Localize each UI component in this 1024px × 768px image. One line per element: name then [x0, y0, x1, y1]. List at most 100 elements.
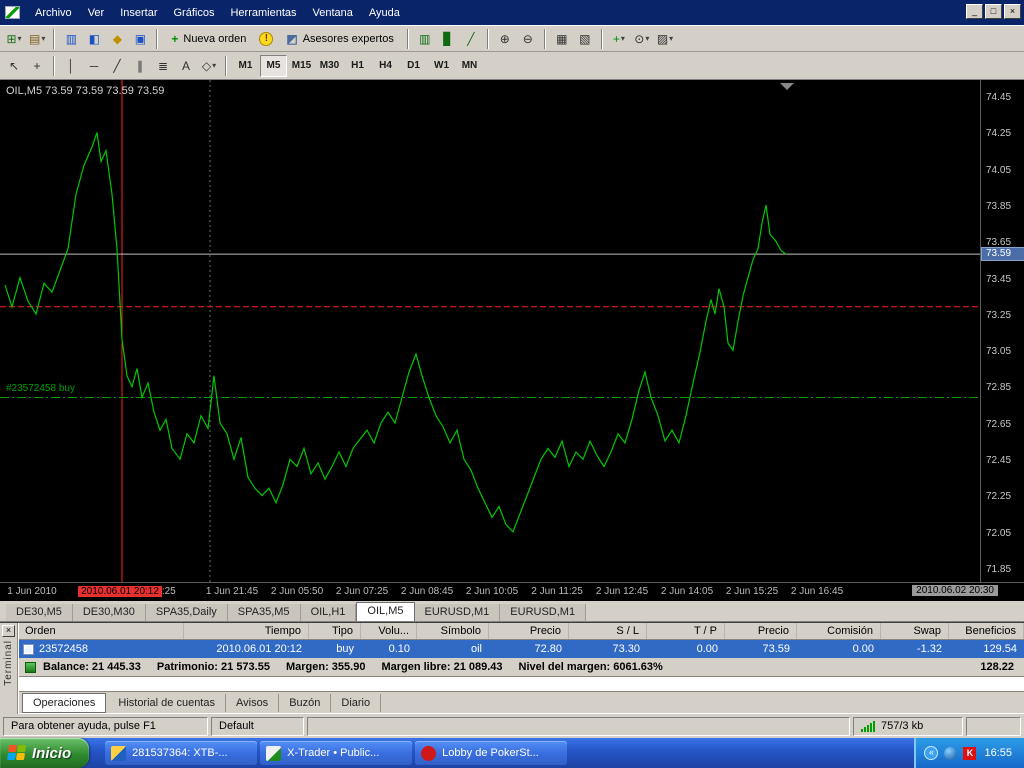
terminal-panel-button[interactable]: ▣	[129, 28, 151, 50]
terminal-tab-diario[interactable]: Diario	[331, 694, 381, 712]
column-header-6[interactable]: S / L	[569, 623, 647, 639]
tile-windows-button[interactable]: ▦	[551, 28, 573, 50]
chart-tab-spa35-m5[interactable]: SPA35,M5	[228, 604, 301, 621]
menu-ayuda[interactable]: Ayuda	[361, 3, 408, 23]
timeframe-m15[interactable]: M15	[288, 55, 315, 77]
price-tick-label: 72.85	[986, 382, 1011, 393]
data-window-button[interactable]: ◧	[83, 28, 105, 50]
task-button-0[interactable]: 281537364: XTB-...	[105, 741, 257, 765]
timeframe-w1[interactable]: W1	[428, 55, 455, 77]
terminal-tab-buz-n[interactable]: Buzón	[279, 694, 331, 712]
cascade-windows-button[interactable]: ▧	[574, 28, 596, 50]
column-header-2[interactable]: Tipo	[309, 623, 361, 639]
column-header-11[interactable]: Beneficios	[949, 623, 1024, 639]
chart-candles-button[interactable]: ▊	[437, 28, 459, 50]
menu-archivo[interactable]: Archivo	[27, 3, 80, 23]
text-tool-button[interactable]: A	[175, 55, 197, 77]
column-header-5[interactable]: Precio	[489, 623, 569, 639]
templates-button[interactable]: ▨▾	[654, 28, 676, 50]
tray-chevron-icon[interactable]: «	[924, 746, 938, 760]
horizontal-line-button[interactable]: ─	[83, 55, 105, 77]
terminal-tab-avisos[interactable]: Avisos	[226, 694, 279, 712]
periods-button[interactable]: ⊙▾	[631, 28, 653, 50]
order-row[interactable]: 235724582010.06.01 20:12buy0.10oil72.807…	[19, 640, 1024, 658]
task-button-1[interactable]: X-Trader • Public...	[260, 741, 412, 765]
minimize-button[interactable]: _	[966, 4, 983, 19]
chart-tab-oil-m5[interactable]: OIL,M5	[356, 602, 414, 621]
price-scale[interactable]: 74.4574.2574.0573.8573.6573.4573.2573.05…	[980, 80, 1024, 582]
menu-herramientas[interactable]: Herramientas	[222, 3, 304, 23]
timeframe-h4[interactable]: H4	[372, 55, 399, 77]
task-label: X-Trader • Public...	[287, 747, 379, 759]
balance-item: Balance: 21 445.33	[43, 661, 141, 673]
column-header-4[interactable]: Símbolo	[417, 623, 489, 639]
start-button[interactable]: Inicio	[0, 738, 89, 768]
column-header-1[interactable]: Tiempo	[184, 623, 309, 639]
chart-bars-button[interactable]: ▥	[414, 28, 436, 50]
timeframe-mn[interactable]: MN	[456, 55, 483, 77]
fibonacci-icon: ≣	[158, 60, 168, 72]
time-axis[interactable]: 2010.06.02 20:30 1 Jun 20102010.06.01 20…	[0, 582, 1024, 601]
indicators-button[interactable]: +▾	[608, 28, 630, 50]
navigator-button[interactable]: ◆	[106, 28, 128, 50]
column-header-9[interactable]: Comisión	[797, 623, 881, 639]
price-tick-label: 74.05	[986, 165, 1011, 176]
chart-tab-oil-h1[interactable]: OIL,H1	[301, 604, 357, 621]
arrows-tool-button[interactable]: ◇▾	[198, 55, 220, 77]
market-watch-button[interactable]: ▥	[60, 28, 82, 50]
menu-ver[interactable]: Ver	[80, 3, 113, 23]
tray-clock: 16:55	[984, 747, 1012, 759]
toolbar-separator	[407, 29, 409, 49]
price-chart[interactable]	[0, 80, 980, 582]
balance-item: Patrimonio: 21 573.55	[157, 661, 270, 673]
chart-shift-marker-icon[interactable]	[780, 83, 794, 90]
zoom-in-button[interactable]: ⊕	[494, 28, 516, 50]
antivirus-tray-icon[interactable]: K	[963, 747, 976, 760]
fibonacci-button[interactable]: ≣	[152, 55, 174, 77]
chart-line-button[interactable]: ╱	[460, 28, 482, 50]
expert-warning-button[interactable]: !	[255, 28, 277, 50]
chart-tab-de30-m5[interactable]: DE30,M5	[6, 604, 73, 621]
time-label: 2 Jun 07:25	[336, 586, 388, 597]
profiles-button[interactable]: ▤▾	[26, 28, 48, 50]
timeframe-d1[interactable]: D1	[400, 55, 427, 77]
terminal-close-button[interactable]: ×	[2, 625, 15, 637]
chart-tab-eurusd-m1[interactable]: EURUSD,M1	[500, 604, 586, 621]
crosshair-button[interactable]: +	[26, 55, 48, 77]
chart-tab-eurusd-m1[interactable]: EURUSD,M1	[415, 604, 501, 621]
chart-tab-de30-m30[interactable]: DE30,M30	[73, 604, 146, 621]
chart-tab-spa35-daily[interactable]: SPA35,Daily	[146, 604, 228, 621]
order-cell-9: 0.00	[797, 643, 881, 655]
task-button-2[interactable]: Lobby de PokerSt...	[415, 741, 567, 765]
column-header-3[interactable]: Volu...	[361, 623, 417, 639]
timeframe-m1[interactable]: M1	[232, 55, 259, 77]
status-profile[interactable]: Default	[211, 717, 304, 736]
zoom-out-button[interactable]: ⊖	[517, 28, 539, 50]
column-header-7[interactable]: T / P	[647, 623, 725, 639]
timeframe-m5[interactable]: M5	[260, 55, 287, 77]
asesores-expertos-button[interactable]: ◩Asesores expertos	[278, 28, 401, 50]
new-chart-button[interactable]: ⊞▾	[3, 28, 25, 50]
cursor-button[interactable]: ↖	[3, 55, 25, 77]
menu-ventana[interactable]: Ventana	[305, 3, 361, 23]
column-header-8[interactable]: Precio	[725, 623, 797, 639]
menu-gráficos[interactable]: Gráficos	[166, 3, 223, 23]
nueva-orden-button[interactable]: +Nueva orden	[163, 28, 254, 50]
column-header-0[interactable]: Orden	[19, 623, 184, 639]
equidistant-channel-button[interactable]: ∥	[129, 55, 151, 77]
column-header-10[interactable]: Swap	[881, 623, 949, 639]
terminal-panel-label: Terminal	[3, 640, 14, 686]
menu-insertar[interactable]: Insertar	[112, 3, 165, 23]
price-tick-label: 73.45	[986, 274, 1011, 285]
chart-area[interactable]: OIL,M5 73.59 73.59 73.59 73.59 #23572458…	[0, 80, 1024, 582]
trendline-button[interactable]: ╱	[106, 55, 128, 77]
vertical-line-button[interactable]: │	[60, 55, 82, 77]
terminal-tab-operaciones[interactable]: Operaciones	[22, 693, 106, 713]
close-button[interactable]: ×	[1004, 4, 1021, 19]
restore-button[interactable]: □	[985, 4, 1002, 19]
terminal-tab-historial-de-cuentas[interactable]: Historial de cuentas	[108, 694, 226, 712]
order-cell-8: 73.59	[725, 643, 797, 655]
timeframe-m30[interactable]: M30	[316, 55, 343, 77]
timeframe-h1[interactable]: H1	[344, 55, 371, 77]
messenger-tray-icon[interactable]	[944, 747, 957, 760]
